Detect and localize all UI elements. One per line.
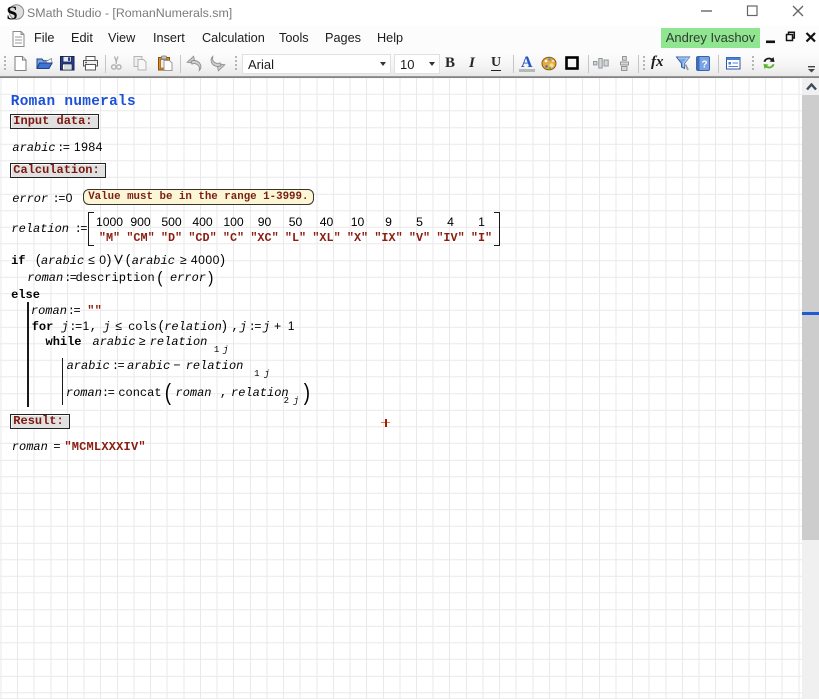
svg-text:S: S (7, 3, 18, 25)
svg-text:?: ? (701, 60, 707, 71)
